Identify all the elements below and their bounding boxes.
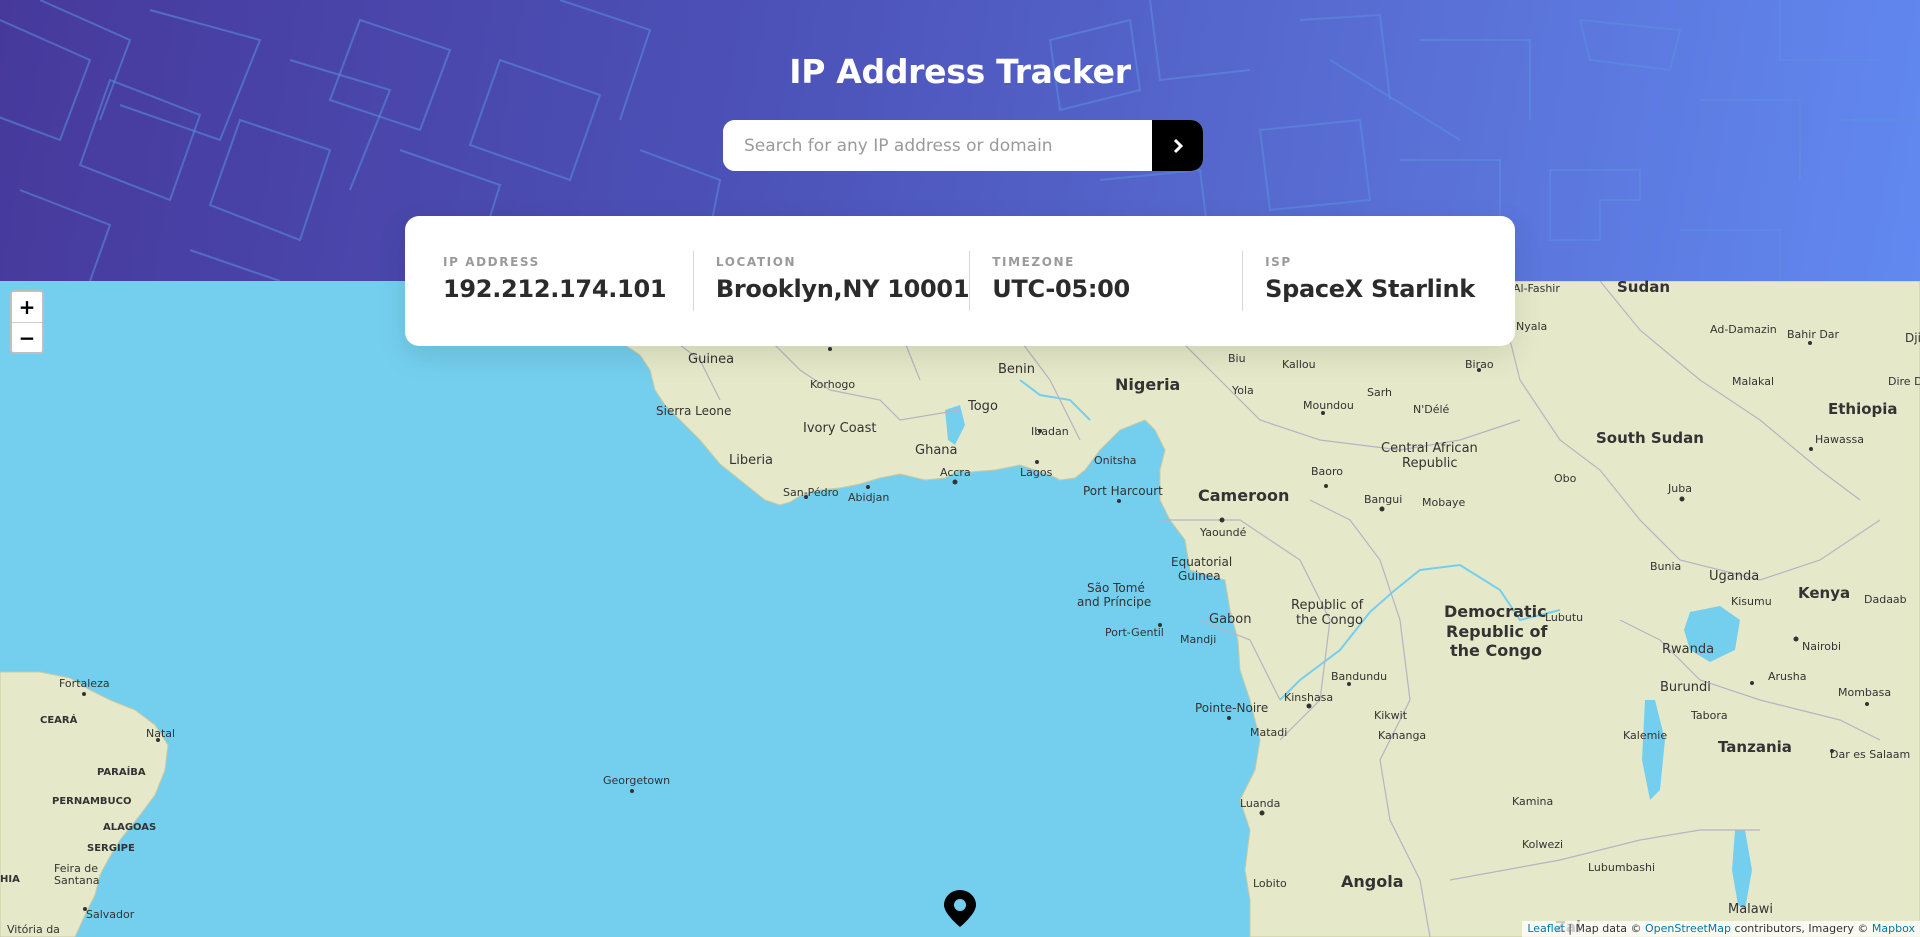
isp-value: SpaceX Starlink xyxy=(1265,275,1475,303)
timezone-label: TIMEZONE xyxy=(992,255,1075,269)
ip-info-card: IP ADDRESS 192.212.174.101 LOCATION Broo… xyxy=(405,216,1515,346)
map-view[interactable] xyxy=(0,281,1920,937)
chevron-right-icon xyxy=(1173,138,1183,153)
zoom-control: + − xyxy=(10,290,44,354)
ip-address-cell: IP ADDRESS 192.212.174.101 xyxy=(443,251,693,311)
isp-cell: ISP SpaceX Starlink xyxy=(1242,251,1515,311)
isp-label: ISP xyxy=(1265,255,1292,269)
page-title: IP Address Tracker xyxy=(789,52,1131,91)
mapbox-link[interactable]: Mapbox xyxy=(1872,922,1915,935)
openstreetmap-link[interactable]: OpenStreetMap xyxy=(1645,922,1731,935)
map-tiles xyxy=(0,281,1920,937)
search-button[interactable] xyxy=(1152,120,1203,171)
brazil-landmass xyxy=(0,671,169,937)
search-form xyxy=(723,120,1203,171)
timezone-cell: TIMEZONE UTC-05:00 xyxy=(969,251,1242,311)
location-value: Brooklyn,NY 10001 xyxy=(715,275,970,303)
ip-address-value: 192.212.174.101 xyxy=(443,275,667,303)
attribution-text-1: | Map data © xyxy=(1564,922,1645,935)
timezone-value: UTC-05:00 xyxy=(992,275,1130,303)
attribution-text-2: contributors, Imagery © xyxy=(1731,922,1872,935)
location-label: LOCATION xyxy=(715,255,797,269)
zoom-out-button[interactable]: − xyxy=(12,322,42,352)
location-pin-icon xyxy=(944,890,976,927)
ip-address-label: IP ADDRESS xyxy=(443,255,540,269)
zoom-in-button[interactable]: + xyxy=(12,292,42,322)
map-attribution: Leaflet | Map data © OpenStreetMap contr… xyxy=(1522,921,1920,937)
leaflet-link[interactable]: Leaflet xyxy=(1527,922,1564,935)
search-input[interactable] xyxy=(723,120,1152,171)
location-cell: LOCATION Brooklyn,NY 10001 xyxy=(692,251,970,311)
